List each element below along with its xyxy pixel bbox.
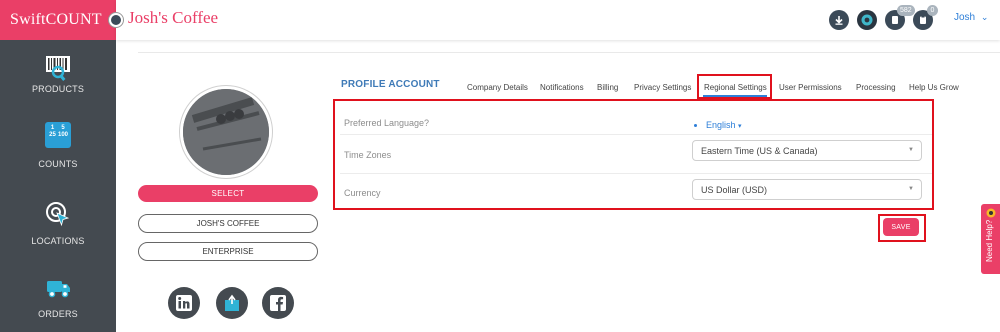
download-icon[interactable] xyxy=(829,10,849,30)
need-help-label: Need Help? xyxy=(985,219,994,262)
barcode-icon xyxy=(44,54,72,82)
row-divider xyxy=(340,173,932,174)
truck-icon xyxy=(44,274,72,302)
tab-user-permissions[interactable]: User Permissions xyxy=(779,83,842,92)
active-tab-underline xyxy=(703,95,767,97)
content-divider xyxy=(138,52,1000,53)
linkedin-icon[interactable] xyxy=(168,287,200,319)
sidebar-item-products[interactable]: PRODUCTS xyxy=(0,40,116,115)
sidebar-item-label: ORDERS xyxy=(38,309,78,319)
timezone-value: Eastern Time (US & Canada) xyxy=(701,145,818,156)
counts-icon: 1 5 25 100 xyxy=(45,122,71,148)
company-name-field[interactable]: JOSH'S COFFEE xyxy=(138,214,318,233)
language-value: English xyxy=(706,120,736,130)
user-menu[interactable]: Josh ⌄ xyxy=(954,12,988,23)
tab-company-details[interactable]: Company Details xyxy=(467,83,528,92)
currency-value: US Dollar (USD) xyxy=(701,184,768,195)
sidebar-item-locations[interactable]: LOCATIONS xyxy=(0,190,116,265)
count-tile: 25 xyxy=(49,132,56,138)
chevron-down-icon: ⌄ xyxy=(980,12,989,22)
language-label: Preferred Language? xyxy=(344,118,430,128)
user-name: Josh xyxy=(954,12,976,23)
timezone-select[interactable]: Eastern Time (US & Canada) ▼ xyxy=(692,140,922,161)
tab-regional-settings[interactable]: Regional Settings xyxy=(704,83,767,92)
page-title: PROFILE ACCOUNT xyxy=(341,79,440,90)
tab-privacy-settings[interactable]: Privacy Settings xyxy=(634,83,691,92)
bullet-icon xyxy=(694,124,697,127)
sidebar-item-label: PRODUCTS xyxy=(31,84,85,94)
sidebar-item-label: COUNTS xyxy=(38,159,78,169)
row-divider xyxy=(340,134,932,135)
store-name: Josh's Coffee xyxy=(128,8,219,27)
caret-down-icon: ▾ xyxy=(738,123,742,130)
caret-down-icon: ▼ xyxy=(908,147,914,153)
tab-notifications[interactable]: Notifications xyxy=(540,83,584,92)
brand-logo[interactable]: SwiftCOUNT xyxy=(0,0,116,40)
tab-help-us-grow[interactable]: Help Us Grow xyxy=(909,83,959,92)
count-tile: 5 xyxy=(61,125,65,131)
support-icon[interactable] xyxy=(857,10,877,30)
facebook-icon[interactable] xyxy=(262,287,294,319)
top-bar: Josh's Coffee 582 0 Josh ⌄ xyxy=(109,0,1000,40)
brand-name: SwiftCOUNT xyxy=(10,11,102,28)
location-cursor-icon xyxy=(44,200,72,228)
timezone-label: Time Zones xyxy=(344,150,392,160)
profile-avatar[interactable] xyxy=(180,86,272,178)
count-tile: 1 xyxy=(50,125,55,131)
currency-select[interactable]: US Dollar (USD) ▼ xyxy=(692,179,922,200)
select-button[interactable]: SELECT xyxy=(138,185,318,202)
sidebar-item-counts[interactable]: 1 5 25 100 COUNTS xyxy=(0,115,116,190)
save-button[interactable]: SAVE xyxy=(883,218,919,236)
sidebar-item-orders[interactable]: ORDERS xyxy=(0,265,116,332)
help-bubble-icon xyxy=(986,208,996,218)
share-icon[interactable] xyxy=(216,287,248,319)
count-tile: 100 xyxy=(57,132,68,138)
tab-billing[interactable]: Billing xyxy=(597,83,618,92)
sidebar: PRODUCTS 1 5 25 100 COUNTS LOCATIONS ORD… xyxy=(0,40,116,332)
currency-label: Currency xyxy=(344,188,381,198)
store-switcher-icon[interactable] xyxy=(109,13,123,27)
sidebar-item-label: LOCATIONS xyxy=(31,236,85,246)
caret-down-icon: ▼ xyxy=(908,186,914,192)
language-dropdown[interactable]: English ▾ xyxy=(706,120,742,130)
clipboard-badge: 0 xyxy=(927,5,938,16)
notifications-badge: 582 xyxy=(897,5,915,16)
plan-field[interactable]: ENTERPRISE xyxy=(138,242,318,261)
tab-processing[interactable]: Processing xyxy=(856,83,896,92)
